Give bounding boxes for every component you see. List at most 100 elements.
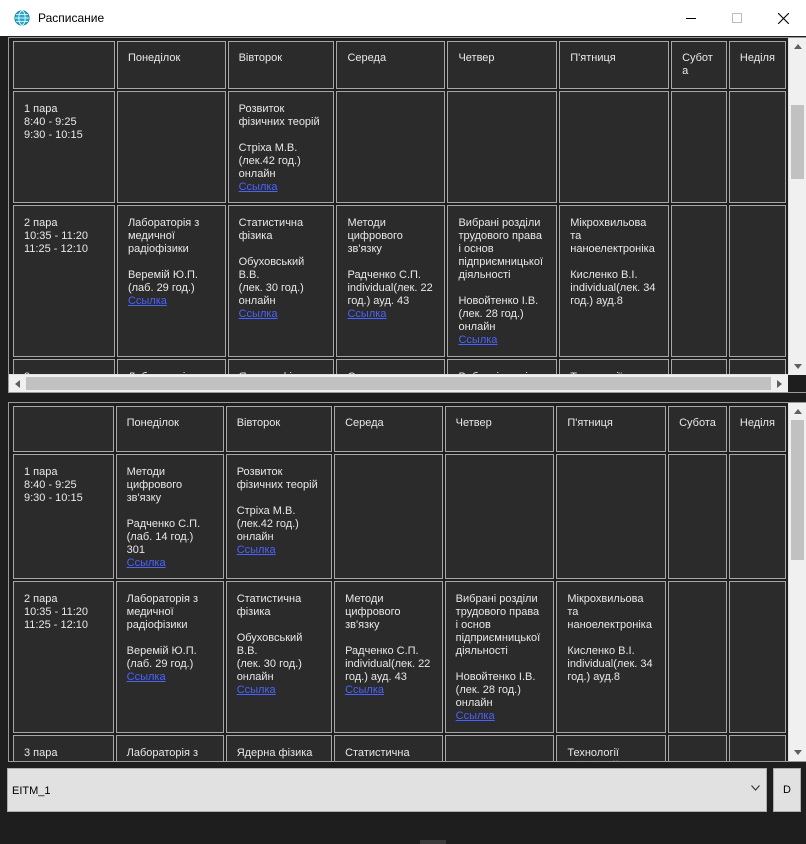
lesson-cell: [728, 205, 786, 357]
lesson-link[interactable]: Ссылка: [237, 544, 321, 557]
lesson-text: Технології обробки й: [567, 747, 619, 761]
day-header: Середа: [336, 41, 446, 89]
window-title: Расписание: [38, 11, 105, 25]
schedule-table-1: Понеділок Вівторок Середа Четвер П'ятниця Суб…: [11, 39, 788, 375]
lesson-cell: Статистична фізика Обуховський В.В. (лек…: [225, 581, 333, 733]
lesson-link[interactable]: Ссылка: [458, 334, 546, 347]
day-header: Субота: [668, 406, 727, 452]
close-icon: [777, 12, 789, 24]
vertical-scrollbar-1[interactable]: [788, 38, 806, 375]
lesson-cell: Методи цифрового зв'язку Радченко С.П. i…: [336, 205, 446, 357]
lesson-cell: Технології обробки й: [556, 735, 667, 761]
d-button[interactable]: D: [773, 768, 801, 812]
lesson-text: Вибрані розділи трудового права і основ …: [455, 593, 541, 709]
lesson-cell: [671, 91, 727, 203]
table-row: 2 пара 10:35 - 11:20 11:25 - 12:10 Лабора…: [13, 581, 786, 733]
lesson-cell: [444, 454, 555, 579]
day-header: Неділя: [728, 41, 786, 89]
lesson-cell: Розвиток фізичних теорій Стріха М.В. (ле…: [227, 91, 335, 203]
lesson-link[interactable]: Ссылка: [127, 557, 213, 570]
lesson-cell: Ядерна фізика та астрофізика: [225, 735, 333, 761]
schedule-table-2: Понеділок Вівторок Середа Четвер П'ятниця Суб…: [11, 404, 788, 761]
lesson-text: Статистична фізика Обуховський В.В. (лек…: [238, 217, 305, 307]
lesson-cell: Технології обробки й: [559, 359, 670, 375]
lesson-cell: Лабораторія з медичної радіофізики Верем…: [116, 205, 226, 357]
lesson-cell: [559, 91, 670, 203]
day-header: Вівторок: [225, 406, 333, 452]
schedule-view-2[interactable]: Понеділок Вівторок Середа Четвер П'ятниця Суб…: [8, 402, 806, 762]
minimize-icon: [686, 18, 696, 19]
scroll-thumb[interactable]: [791, 105, 804, 179]
lesson-link[interactable]: Ссылка: [127, 671, 213, 684]
lesson-text: Статистична фізика: [345, 747, 410, 761]
scroll-thumb[interactable]: [26, 377, 771, 390]
lesson-text: Методи цифрового зв'язку Радченко С.П. (…: [126, 466, 201, 556]
lesson-cell: Методи цифрового зв'язку Радченко С.П. (…: [115, 454, 224, 579]
lesson-cell: [728, 581, 786, 733]
lesson-link[interactable]: Ссылка: [456, 710, 544, 723]
time-cell: 3 пара 12:20 - 13:05: [13, 359, 115, 375]
lesson-cell: Лабораторія з медичної радіофізики Верем…: [115, 581, 224, 733]
lesson-cell: Ядерна фізика та астрофізика: [227, 359, 335, 375]
lesson-cell: [671, 359, 727, 375]
day-header: Понеділок: [115, 406, 224, 452]
lesson-link[interactable]: Ссылка: [345, 684, 432, 697]
horizontal-scrollbar-1[interactable]: [9, 374, 788, 392]
lesson-cell: Вибрані розділи трудового права і основ …: [447, 205, 558, 357]
lesson-cell: [447, 91, 558, 203]
lesson-link[interactable]: Ссылка: [239, 308, 324, 321]
lesson-cell: [444, 735, 555, 761]
scroll-thumb[interactable]: [791, 420, 804, 560]
resize-grip[interactable]: [420, 840, 446, 844]
time-cell: 1 пара 8:40 - 9:25 9:30 - 10:15: [13, 91, 115, 203]
lesson-cell: [728, 454, 786, 579]
lesson-cell: [668, 454, 727, 579]
schedule-view-1[interactable]: Понеділок Вівторок Середа Четвер П'ятниця Суб…: [8, 37, 806, 393]
time-cell: 2 пара 10:35 - 11:20 11:25 - 12:10: [13, 581, 114, 733]
lesson-text: Мікрохвильова та наноелектроніка Кисленк…: [570, 217, 656, 307]
scroll-down-arrow-icon[interactable]: [789, 744, 806, 761]
globe-icon: [14, 10, 30, 26]
title-bar: Расписание: [0, 0, 806, 36]
lesson-text: Лабораторія з медичної радіофізики Верем…: [126, 593, 199, 670]
lesson-text: Лабораторія з медичної: [126, 747, 199, 761]
day-header: Понеділок: [116, 41, 226, 89]
day-header: Четвер: [444, 406, 555, 452]
scroll-up-arrow-icon[interactable]: [789, 38, 806, 55]
scroll-up-arrow-icon[interactable]: [789, 403, 806, 420]
lesson-link[interactable]: Ссылка: [347, 308, 434, 321]
lesson-text: Методи цифрового зв'язку Радченко С.П. i…: [345, 593, 431, 683]
lesson-cell: [334, 454, 443, 579]
lesson-cell: Статистична фізика: [334, 735, 443, 761]
lesson-text: Мікрохвильова та наноелектроніка Кисленк…: [567, 593, 653, 683]
lesson-cell: Вибрані розділи трудового права і основ …: [444, 581, 555, 733]
lesson-cell: Лабораторія з медичної: [116, 359, 226, 375]
chevron-down-icon: [751, 785, 760, 791]
day-header: Четвер: [447, 41, 558, 89]
day-header: П'ятниця: [556, 406, 667, 452]
lesson-link[interactable]: Ссылка: [237, 684, 321, 697]
maximize-button[interactable]: [714, 0, 760, 36]
minimize-button[interactable]: [668, 0, 714, 36]
scroll-right-arrow-icon[interactable]: [771, 375, 788, 392]
close-button[interactable]: [760, 0, 806, 36]
lesson-link[interactable]: Ссылка: [128, 295, 215, 308]
scroll-down-arrow-icon[interactable]: [789, 358, 806, 375]
time-cell: 1 пара 8:40 - 9:25 9:30 - 10:15: [13, 454, 114, 579]
lesson-text: Методи цифрового зв'язку Радченко С.П. i…: [347, 217, 433, 307]
lesson-cell: Мікрохвильова та наноелектроніка Кисленк…: [559, 205, 670, 357]
day-header: Неділя: [728, 406, 786, 452]
day-header: П'ятниця: [559, 41, 670, 89]
day-header: Вівторок: [227, 41, 335, 89]
table-row: 1 пара 8:40 - 9:25 9:30 - 10:15 Розвиток …: [13, 91, 786, 203]
lesson-cell: Статистична фізика: [336, 359, 446, 375]
maximize-icon: [732, 13, 742, 23]
scroll-left-arrow-icon[interactable]: [9, 375, 26, 392]
lesson-cell: [728, 735, 786, 761]
lesson-cell: [336, 91, 446, 203]
lesson-cell: Вибрані розділи трудового права: [447, 359, 558, 375]
group-select[interactable]: ЕІТМ_1: [7, 768, 767, 812]
lesson-link[interactable]: Ссылка: [239, 181, 324, 194]
lesson-cell: [671, 205, 727, 357]
vertical-scrollbar-2[interactable]: [788, 403, 806, 761]
